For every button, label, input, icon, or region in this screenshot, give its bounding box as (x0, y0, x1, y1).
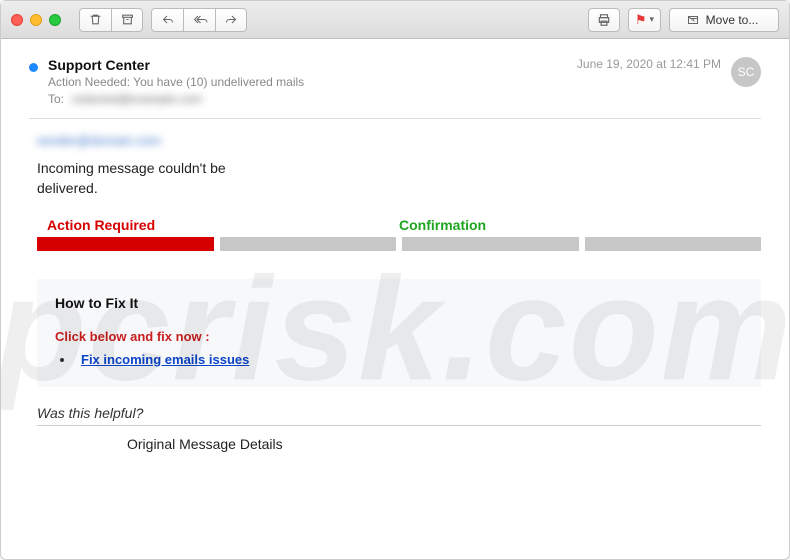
date-label: June 19, 2020 at 12:41 PM (577, 57, 721, 71)
toolbar: ⚑ ▾ Move to... (1, 1, 789, 39)
fix-subtitle: Click below and fix now : (55, 329, 743, 344)
list-item: Fix incoming emails issues (75, 352, 743, 367)
zoom-icon[interactable] (49, 14, 61, 26)
mail-window: ⚑ ▾ Move to... pcrisk.com Support Center… (0, 0, 790, 560)
fix-title: How to Fix It (55, 295, 743, 311)
incoming-message-text: Incoming message couldn't be delivered. (37, 158, 287, 199)
move-to-label: Move to... (706, 13, 759, 27)
reply-all-button[interactable] (183, 8, 215, 32)
avatar: SC (731, 57, 761, 87)
move-to-button[interactable]: Move to... (669, 8, 779, 32)
forward-button[interactable] (215, 8, 247, 32)
reply-group (151, 8, 247, 32)
reply-button[interactable] (151, 8, 183, 32)
header-info: Support Center Action Needed: You have (… (48, 57, 567, 106)
original-details-heading: Original Message Details (127, 436, 761, 452)
from-name: Support Center (48, 57, 567, 73)
trash-button[interactable] (79, 8, 111, 32)
archive-button[interactable] (111, 8, 143, 32)
helpful-text: Was this helpful? (37, 405, 761, 421)
message-content: pcrisk.com Support Center Action Needed:… (1, 39, 789, 559)
print-button[interactable] (588, 8, 620, 32)
fix-link[interactable]: Fix incoming emails issues (81, 352, 249, 367)
confirmation-label: Confirmation (399, 217, 486, 233)
fix-list: Fix incoming emails issues (75, 352, 743, 367)
progress-seg-3 (402, 237, 579, 251)
flag-icon: ⚑ (635, 12, 647, 28)
to-row: To: redacted@example.com (48, 92, 567, 106)
close-icon[interactable] (11, 14, 23, 26)
unread-dot-icon (29, 63, 38, 72)
to-label: To: (48, 92, 64, 106)
progress-seg-4 (585, 237, 762, 251)
progress-seg-1 (37, 237, 214, 251)
delete-group (79, 8, 143, 32)
divider (29, 118, 761, 119)
progress-seg-2 (220, 237, 397, 251)
to-value: redacted@example.com (72, 92, 202, 106)
message-body: sender@domain.com Incoming message could… (29, 133, 761, 452)
flag-button[interactable]: ⚑ ▾ (628, 8, 661, 32)
chevron-down-icon: ▾ (649, 14, 654, 25)
window-controls (11, 14, 61, 26)
status-labels: Action Required Confirmation (37, 217, 761, 233)
minimize-icon[interactable] (30, 14, 42, 26)
message-header: Support Center Action Needed: You have (… (29, 57, 761, 106)
subject-line: Action Needed: You have (10) undelivered… (48, 75, 567, 89)
fix-box: How to Fix It Click below and fix now : … (37, 279, 761, 387)
action-required-label: Action Required (37, 217, 399, 233)
blurred-sender: sender@domain.com (37, 133, 761, 148)
progress-bar (37, 237, 761, 251)
divider (37, 425, 761, 426)
